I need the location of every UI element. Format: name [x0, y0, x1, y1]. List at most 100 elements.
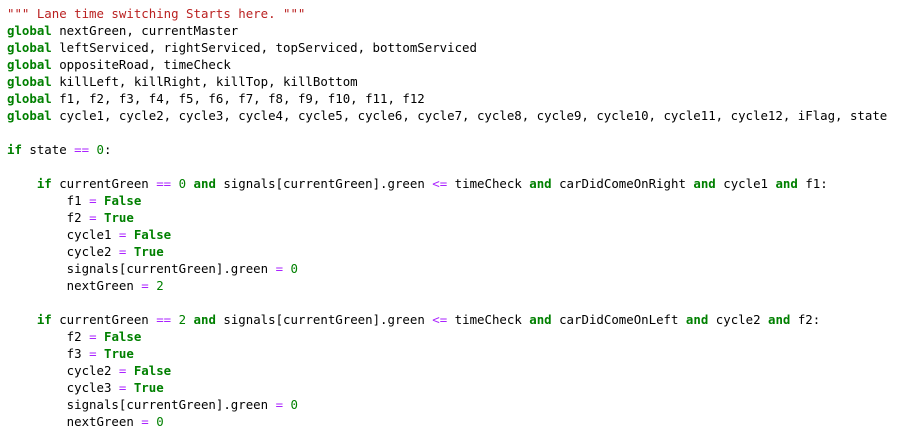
keyword-token: and: [693, 176, 716, 191]
number-token: 0: [290, 397, 298, 412]
keyword-token: and: [685, 312, 709, 327]
code-token: cycle1: [7, 227, 119, 242]
operator-token: =: [275, 397, 284, 412]
code-line: signals[currentGreen].green = 0: [7, 396, 920, 413]
code-line: cycle2 = False: [7, 362, 920, 379]
code-token: :: [104, 142, 112, 157]
operator-token: <=: [432, 312, 448, 327]
code-line: global cycle1, cycle2, cycle3, cycle4, c…: [7, 107, 920, 124]
operator-token: =: [89, 193, 97, 208]
operator-token: =: [89, 346, 97, 361]
code-line: cycle1 = False: [7, 226, 920, 243]
keyword-token: global: [7, 40, 52, 55]
keyword-token: and: [529, 312, 552, 327]
code-line: global leftServiced, rightServiced, topS…: [7, 39, 920, 56]
code-token: cycle1, cycle2, cycle3, cycle4, cycle5, …: [51, 108, 888, 123]
code-token: nextGreen: [7, 414, 142, 429]
constant-token: True: [133, 380, 164, 395]
code-line: global killLeft, killRight, killTop, kil…: [7, 73, 920, 90]
code-token: currentGreen: [51, 312, 157, 327]
operator-token: ==: [156, 312, 172, 327]
code-line: cycle2 = True: [7, 243, 920, 260]
string-token: """ Lane time switching Starts here. """: [7, 6, 306, 21]
keyword-token: if: [36, 312, 52, 327]
number-token: 2: [178, 312, 187, 327]
number-token: 0: [96, 142, 104, 157]
code-token: timeCheck: [447, 176, 530, 191]
code-token: currentGreen: [51, 176, 157, 191]
number-token: 0: [156, 414, 164, 429]
constant-token: False: [133, 363, 172, 378]
operator-token: ==: [74, 142, 90, 157]
code-token: signals[currentGreen].green: [7, 261, 276, 276]
keyword-token: and: [775, 176, 798, 191]
code-line: nextGreen = 0: [7, 413, 920, 430]
code-token: f1, f2, f3, f4, f5, f6, f7, f8, f9, f10,…: [51, 91, 425, 106]
code-token: f2: [7, 329, 90, 344]
number-token: 0: [290, 261, 298, 276]
code-token: oppositeRoad, timeCheck: [51, 57, 231, 72]
operator-token: =: [275, 261, 284, 276]
code-line: cycle3 = True: [7, 379, 920, 396]
number-token: 0: [178, 176, 187, 191]
code-token: f3: [7, 346, 90, 361]
keyword-token: global: [7, 108, 52, 123]
number-token: 2: [156, 278, 164, 293]
constant-token: True: [104, 346, 134, 361]
keyword-token: and: [193, 312, 216, 327]
code-token: cycle1: [715, 176, 776, 191]
code-token: f1: [7, 193, 90, 208]
code-token: nextGreen: [7, 278, 142, 293]
code-line: if currentGreen == 0 and signals[current…: [7, 175, 920, 192]
operator-token: ==: [156, 176, 172, 191]
code-token: leftServiced, rightServiced, topServiced…: [51, 40, 477, 55]
keyword-token: global: [7, 23, 52, 38]
code-line: f3 = True: [7, 345, 920, 362]
code-line: global nextGreen, currentMaster: [7, 22, 920, 39]
constant-token: False: [133, 227, 172, 242]
code-token: killLeft, killRight, killTop, killBottom: [51, 74, 358, 89]
operator-token: =: [89, 210, 97, 225]
keyword-token: global: [7, 91, 52, 106]
code-token: f2: [7, 210, 90, 225]
code-line: nextGreen = 2: [7, 277, 920, 294]
keyword-token: global: [7, 57, 52, 72]
code-line: global f1, f2, f3, f4, f5, f6, f7, f8, f…: [7, 90, 920, 107]
code-token: signals[currentGreen].green: [215, 176, 433, 191]
code-token: carDidComeOnRight: [551, 176, 694, 191]
keyword-token: global: [7, 74, 52, 89]
code-token: cycle2: [708, 312, 768, 327]
keyword-token: if: [36, 176, 52, 191]
code-token: signals[currentGreen].green: [7, 397, 276, 412]
code-line: global oppositeRoad, timeCheck: [7, 56, 920, 73]
code-token: cycle2: [7, 363, 119, 378]
code-line: """ Lane time switching Starts here. """: [7, 5, 920, 22]
code-token: cycle2: [7, 244, 119, 259]
code-line: f2 = False: [7, 328, 920, 345]
keyword-token: and: [193, 176, 216, 191]
code-token: timeCheck: [447, 312, 530, 327]
code-line: f2 = True: [7, 209, 920, 226]
keyword-token: if: [7, 142, 22, 157]
keyword-token: and: [529, 176, 552, 191]
operator-token: <=: [432, 176, 448, 191]
code-token: cycle3: [7, 380, 119, 395]
code-token: nextGreen, currentMaster: [51, 23, 239, 38]
code-editor[interactable]: """ Lane time switching Starts here. """…: [0, 0, 920, 437]
